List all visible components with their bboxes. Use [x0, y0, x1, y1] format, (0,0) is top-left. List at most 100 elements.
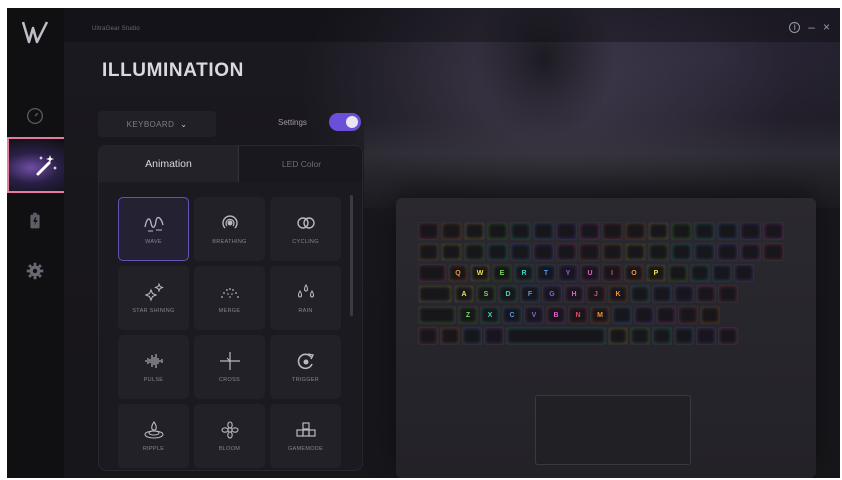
- keyboard-key: [556, 243, 577, 261]
- keyboard-key: [648, 243, 669, 261]
- effect-label: GAMEMODE: [287, 446, 324, 452]
- keyboard-key: K: [608, 285, 628, 303]
- keyboard-key: S: [476, 285, 496, 303]
- keyboard-key: [652, 285, 672, 303]
- effect-label: TRIGGER: [291, 377, 320, 383]
- sidebar-item-dashboard[interactable]: [22, 103, 48, 129]
- app-name: UltraGear Studio: [92, 26, 140, 32]
- effects-grid: WAVE BREATHING CYCLING STAR SHINING MERG…: [118, 197, 341, 468]
- keyboard-key: [462, 327, 482, 345]
- keyboard-key: [506, 327, 606, 345]
- effect-cross[interactable]: CROSS: [194, 335, 265, 399]
- tab-led-color[interactable]: LED Color: [239, 146, 362, 182]
- keyboard-key: [694, 222, 715, 240]
- keyboard-key: J: [586, 285, 606, 303]
- keyboard-key: [625, 243, 646, 261]
- keyboard-key: [484, 327, 504, 345]
- keyboard-key: [418, 264, 446, 282]
- effect-label: CROSS: [218, 377, 241, 383]
- keyboard-key: [740, 243, 761, 261]
- keyboard-key: O: [624, 264, 644, 282]
- keyboard-key: [696, 327, 716, 345]
- keyboard-key: [418, 327, 438, 345]
- keyboard-key: [464, 243, 485, 261]
- pulse-icon: [144, 354, 163, 368]
- settings-label: Settings: [278, 118, 307, 127]
- keyboard-key: [602, 243, 623, 261]
- effect-breathing[interactable]: BREATHING: [194, 197, 265, 261]
- keyboard-key: [712, 264, 732, 282]
- keyboard-key: [696, 285, 716, 303]
- effect-trigger[interactable]: TRIGGER: [270, 335, 341, 399]
- keyboard-key: [464, 222, 485, 240]
- keyboard-key: [674, 327, 694, 345]
- keyboard-key: R: [514, 264, 534, 282]
- keyboard-key: C: [502, 306, 522, 324]
- gamemode-icon: [295, 422, 316, 437]
- effect-rain[interactable]: RAIN: [270, 266, 341, 330]
- effect-merge[interactable]: MERGE: [194, 266, 265, 330]
- keyboard-key: [625, 222, 646, 240]
- keyboard-key: [440, 327, 460, 345]
- keyboard-key: [763, 243, 784, 261]
- keyboard-key: [630, 285, 650, 303]
- info-icon[interactable]: i: [789, 21, 801, 33]
- keyboard-key: D: [498, 285, 518, 303]
- keyboard-keys: QWERTYUIOP ASDFGHJK ZXCVBNM: [418, 222, 808, 348]
- keyboard-key: [652, 327, 672, 345]
- sidebar-item-battery[interactable]: [22, 208, 48, 234]
- keyboard-key: [763, 222, 784, 240]
- keyboard-key: W: [470, 264, 490, 282]
- sidebar: [7, 8, 87, 478]
- keyboard-key: [668, 264, 688, 282]
- star-shining-icon: [144, 282, 164, 302]
- keyboard-key: [579, 243, 600, 261]
- keyboard-key: [678, 306, 698, 324]
- title-bar: UltraGear Studio i – ×: [64, 8, 840, 42]
- keyboard-key: Z: [458, 306, 478, 324]
- merge-icon: [220, 288, 239, 298]
- effect-wave[interactable]: WAVE: [118, 197, 189, 261]
- minimize-button[interactable]: –: [808, 20, 815, 34]
- effect-label: PULSE: [143, 377, 164, 383]
- chevron-down-icon: ⌄: [180, 119, 188, 129]
- speedometer-icon: [27, 108, 43, 124]
- effect-star-shining[interactable]: STAR SHINING: [118, 266, 189, 330]
- keyboard-key: A: [454, 285, 474, 303]
- wave-icon: [143, 216, 164, 232]
- effect-ripple[interactable]: RIPPLE: [118, 404, 189, 468]
- device-select[interactable]: KEYBOARD ⌄: [98, 111, 216, 137]
- tab-animation[interactable]: Animation: [99, 146, 239, 182]
- sidebar-item-settings[interactable]: [22, 258, 48, 284]
- scrollbar[interactable]: [350, 195, 353, 316]
- app-window: UltraGear Studio i – × ILLUMINATION KEYB…: [7, 8, 840, 478]
- effect-bloom[interactable]: BLOOM: [194, 404, 265, 468]
- keyboard-key: [418, 222, 439, 240]
- keyboard-key: [612, 306, 632, 324]
- keyboard-key: Y: [558, 264, 578, 282]
- effect-pulse[interactable]: PULSE: [118, 335, 189, 399]
- keyboard-key: P: [646, 264, 666, 282]
- keyboard-key: V: [524, 306, 544, 324]
- effect-label: RIPPLE: [142, 446, 165, 452]
- settings-toggle[interactable]: [329, 113, 361, 131]
- keyboard-key: U: [580, 264, 600, 282]
- trigger-icon: [297, 353, 314, 370]
- keyboard-key: [671, 243, 692, 261]
- keyboard-key: [510, 243, 531, 261]
- keyboard-key: [418, 285, 452, 303]
- keyboard-key: [608, 327, 628, 345]
- keyboard-key: G: [542, 285, 562, 303]
- close-button[interactable]: ×: [823, 20, 830, 34]
- keyboard-key: X: [480, 306, 500, 324]
- effect-label: WAVE: [145, 239, 162, 245]
- keyboard-key: [717, 243, 738, 261]
- keyboard-key: [441, 243, 462, 261]
- effect-gamemode[interactable]: GAMEMODE: [270, 404, 341, 468]
- effect-cycling[interactable]: CYCLING: [270, 197, 341, 261]
- keyboard-key: I: [602, 264, 622, 282]
- keyboard-key: F: [520, 285, 540, 303]
- keyboard-key: [630, 327, 650, 345]
- effect-label: MERGE: [218, 308, 241, 314]
- keyboard-key: [671, 222, 692, 240]
